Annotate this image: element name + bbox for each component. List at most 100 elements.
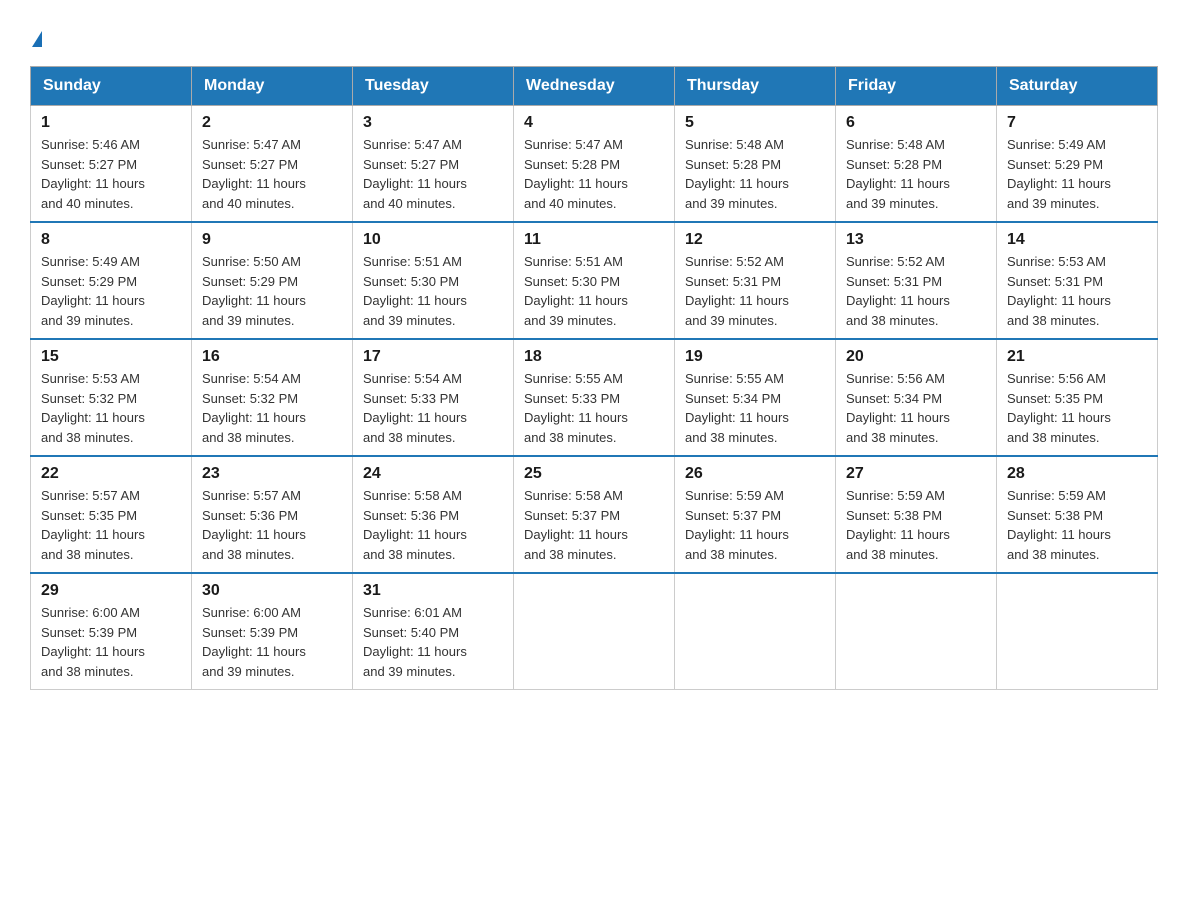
day-info: Sunrise: 5:53 AMSunset: 5:31 PMDaylight:…	[1007, 252, 1147, 330]
day-number: 25	[524, 465, 664, 483]
col-header-thursday: Thursday	[675, 67, 836, 106]
calendar-cell: 3 Sunrise: 5:47 AMSunset: 5:27 PMDaylight…	[353, 106, 514, 223]
day-number: 14	[1007, 231, 1147, 249]
calendar-cell: 11 Sunrise: 5:51 AMSunset: 5:30 PMDayligh…	[514, 222, 675, 339]
day-number: 5	[685, 114, 825, 132]
day-info: Sunrise: 5:54 AMSunset: 5:32 PMDaylight:…	[202, 369, 342, 447]
calendar-cell: 12 Sunrise: 5:52 AMSunset: 5:31 PMDayligh…	[675, 222, 836, 339]
calendar-cell	[675, 573, 836, 690]
calendar-cell: 24 Sunrise: 5:58 AMSunset: 5:36 PMDayligh…	[353, 456, 514, 573]
calendar-cell: 4 Sunrise: 5:47 AMSunset: 5:28 PMDaylight…	[514, 106, 675, 223]
day-info: Sunrise: 6:00 AMSunset: 5:39 PMDaylight:…	[41, 603, 181, 681]
day-info: Sunrise: 5:51 AMSunset: 5:30 PMDaylight:…	[363, 252, 503, 330]
logo-triangle-icon	[32, 31, 42, 47]
day-number: 31	[363, 582, 503, 600]
day-number: 22	[41, 465, 181, 483]
calendar-cell: 14 Sunrise: 5:53 AMSunset: 5:31 PMDayligh…	[997, 222, 1158, 339]
day-info: Sunrise: 5:55 AMSunset: 5:34 PMDaylight:…	[685, 369, 825, 447]
day-info: Sunrise: 5:58 AMSunset: 5:37 PMDaylight:…	[524, 486, 664, 564]
calendar-cell: 1Sunrise: 5:46 AMSunset: 5:27 PMDaylight…	[31, 106, 192, 223]
day-info: Sunrise: 5:46 AMSunset: 5:27 PMDaylight:…	[41, 135, 181, 213]
day-number: 28	[1007, 465, 1147, 483]
calendar-week-row: 29 Sunrise: 6:00 AMSunset: 5:39 PMDayligh…	[31, 573, 1158, 690]
day-info: Sunrise: 5:47 AMSunset: 5:27 PMDaylight:…	[363, 135, 503, 213]
day-info: Sunrise: 5:59 AMSunset: 5:38 PMDaylight:…	[846, 486, 986, 564]
day-number: 26	[685, 465, 825, 483]
calendar-week-row: 1Sunrise: 5:46 AMSunset: 5:27 PMDaylight…	[31, 106, 1158, 223]
col-header-monday: Monday	[192, 67, 353, 106]
calendar-cell: 6Sunrise: 5:48 AMSunset: 5:28 PMDaylight…	[836, 106, 997, 223]
day-info: Sunrise: 5:47 AMSunset: 5:28 PMDaylight:…	[524, 135, 664, 213]
calendar-week-row: 22 Sunrise: 5:57 AMSunset: 5:35 PMDayligh…	[31, 456, 1158, 573]
calendar-cell: 10 Sunrise: 5:51 AMSunset: 5:30 PMDayligh…	[353, 222, 514, 339]
day-number: 10	[363, 231, 503, 249]
day-info: Sunrise: 5:59 AMSunset: 5:37 PMDaylight:…	[685, 486, 825, 564]
day-info: Sunrise: 5:47 AMSunset: 5:27 PMDaylight:…	[202, 135, 342, 213]
col-header-wednesday: Wednesday	[514, 67, 675, 106]
day-number: 2	[202, 114, 342, 132]
day-info: Sunrise: 5:51 AMSunset: 5:30 PMDaylight:…	[524, 252, 664, 330]
calendar-cell: 17Sunrise: 5:54 AMSunset: 5:33 PMDayligh…	[353, 339, 514, 456]
day-number: 11	[524, 231, 664, 249]
day-number: 15	[41, 348, 181, 366]
calendar-table: SundayMondayTuesdayWednesdayThursdayFrid…	[30, 66, 1158, 690]
day-number: 30	[202, 582, 342, 600]
day-number: 12	[685, 231, 825, 249]
day-number: 23	[202, 465, 342, 483]
day-info: Sunrise: 5:48 AMSunset: 5:28 PMDaylight:…	[685, 135, 825, 213]
calendar-cell: 18 Sunrise: 5:55 AMSunset: 5:33 PMDayligh…	[514, 339, 675, 456]
day-info: Sunrise: 5:49 AMSunset: 5:29 PMDaylight:…	[1007, 135, 1147, 213]
day-number: 13	[846, 231, 986, 249]
calendar-cell: 16Sunrise: 5:54 AMSunset: 5:32 PMDayligh…	[192, 339, 353, 456]
calendar-cell: 5 Sunrise: 5:48 AMSunset: 5:28 PMDaylight…	[675, 106, 836, 223]
calendar-week-row: 15Sunrise: 5:53 AMSunset: 5:32 PMDayligh…	[31, 339, 1158, 456]
day-info: Sunrise: 5:57 AMSunset: 5:35 PMDaylight:…	[41, 486, 181, 564]
day-info: Sunrise: 5:48 AMSunset: 5:28 PMDaylight:…	[846, 135, 986, 213]
day-number: 9	[202, 231, 342, 249]
day-info: Sunrise: 5:50 AMSunset: 5:29 PMDaylight:…	[202, 252, 342, 330]
calendar-cell	[997, 573, 1158, 690]
calendar-cell: 2 Sunrise: 5:47 AMSunset: 5:27 PMDaylight…	[192, 106, 353, 223]
calendar-cell: 27 Sunrise: 5:59 AMSunset: 5:38 PMDayligh…	[836, 456, 997, 573]
calendar-cell: 8 Sunrise: 5:49 AMSunset: 5:29 PMDaylight…	[31, 222, 192, 339]
logo-top	[30, 20, 42, 48]
day-number: 7	[1007, 114, 1147, 132]
calendar-cell	[514, 573, 675, 690]
day-number: 3	[363, 114, 503, 132]
col-header-tuesday: Tuesday	[353, 67, 514, 106]
page-header	[30, 20, 1158, 48]
day-number: 8	[41, 231, 181, 249]
day-number: 4	[524, 114, 664, 132]
calendar-cell: 20 Sunrise: 5:56 AMSunset: 5:34 PMDayligh…	[836, 339, 997, 456]
calendar-cell: 25 Sunrise: 5:58 AMSunset: 5:37 PMDayligh…	[514, 456, 675, 573]
day-number: 19	[685, 348, 825, 366]
col-header-friday: Friday	[836, 67, 997, 106]
day-info: Sunrise: 5:58 AMSunset: 5:36 PMDaylight:…	[363, 486, 503, 564]
day-number: 29	[41, 582, 181, 600]
calendar-cell: 7 Sunrise: 5:49 AMSunset: 5:29 PMDaylight…	[997, 106, 1158, 223]
calendar-cell: 9 Sunrise: 5:50 AMSunset: 5:29 PMDaylight…	[192, 222, 353, 339]
day-info: Sunrise: 5:52 AMSunset: 5:31 PMDaylight:…	[685, 252, 825, 330]
day-info: Sunrise: 6:01 AMSunset: 5:40 PMDaylight:…	[363, 603, 503, 681]
day-number: 18	[524, 348, 664, 366]
day-info: Sunrise: 5:52 AMSunset: 5:31 PMDaylight:…	[846, 252, 986, 330]
day-number: 27	[846, 465, 986, 483]
day-info: Sunrise: 5:55 AMSunset: 5:33 PMDaylight:…	[524, 369, 664, 447]
day-info: Sunrise: 5:59 AMSunset: 5:38 PMDaylight:…	[1007, 486, 1147, 564]
calendar-cell: 19 Sunrise: 5:55 AMSunset: 5:34 PMDayligh…	[675, 339, 836, 456]
day-info: Sunrise: 6:00 AMSunset: 5:39 PMDaylight:…	[202, 603, 342, 681]
calendar-cell: 28 Sunrise: 5:59 AMSunset: 5:38 PMDayligh…	[997, 456, 1158, 573]
calendar-cell: 13 Sunrise: 5:52 AMSunset: 5:31 PMDayligh…	[836, 222, 997, 339]
calendar-cell: 26 Sunrise: 5:59 AMSunset: 5:37 PMDayligh…	[675, 456, 836, 573]
calendar-cell	[836, 573, 997, 690]
calendar-week-row: 8 Sunrise: 5:49 AMSunset: 5:29 PMDaylight…	[31, 222, 1158, 339]
day-info: Sunrise: 5:56 AMSunset: 5:34 PMDaylight:…	[846, 369, 986, 447]
calendar-cell: 21Sunrise: 5:56 AMSunset: 5:35 PMDayligh…	[997, 339, 1158, 456]
day-info: Sunrise: 5:49 AMSunset: 5:29 PMDaylight:…	[41, 252, 181, 330]
day-number: 24	[363, 465, 503, 483]
calendar-header-row: SundayMondayTuesdayWednesdayThursdayFrid…	[31, 67, 1158, 106]
day-number: 17	[363, 348, 503, 366]
col-header-sunday: Sunday	[31, 67, 192, 106]
calendar-cell: 29 Sunrise: 6:00 AMSunset: 5:39 PMDayligh…	[31, 573, 192, 690]
day-number: 20	[846, 348, 986, 366]
